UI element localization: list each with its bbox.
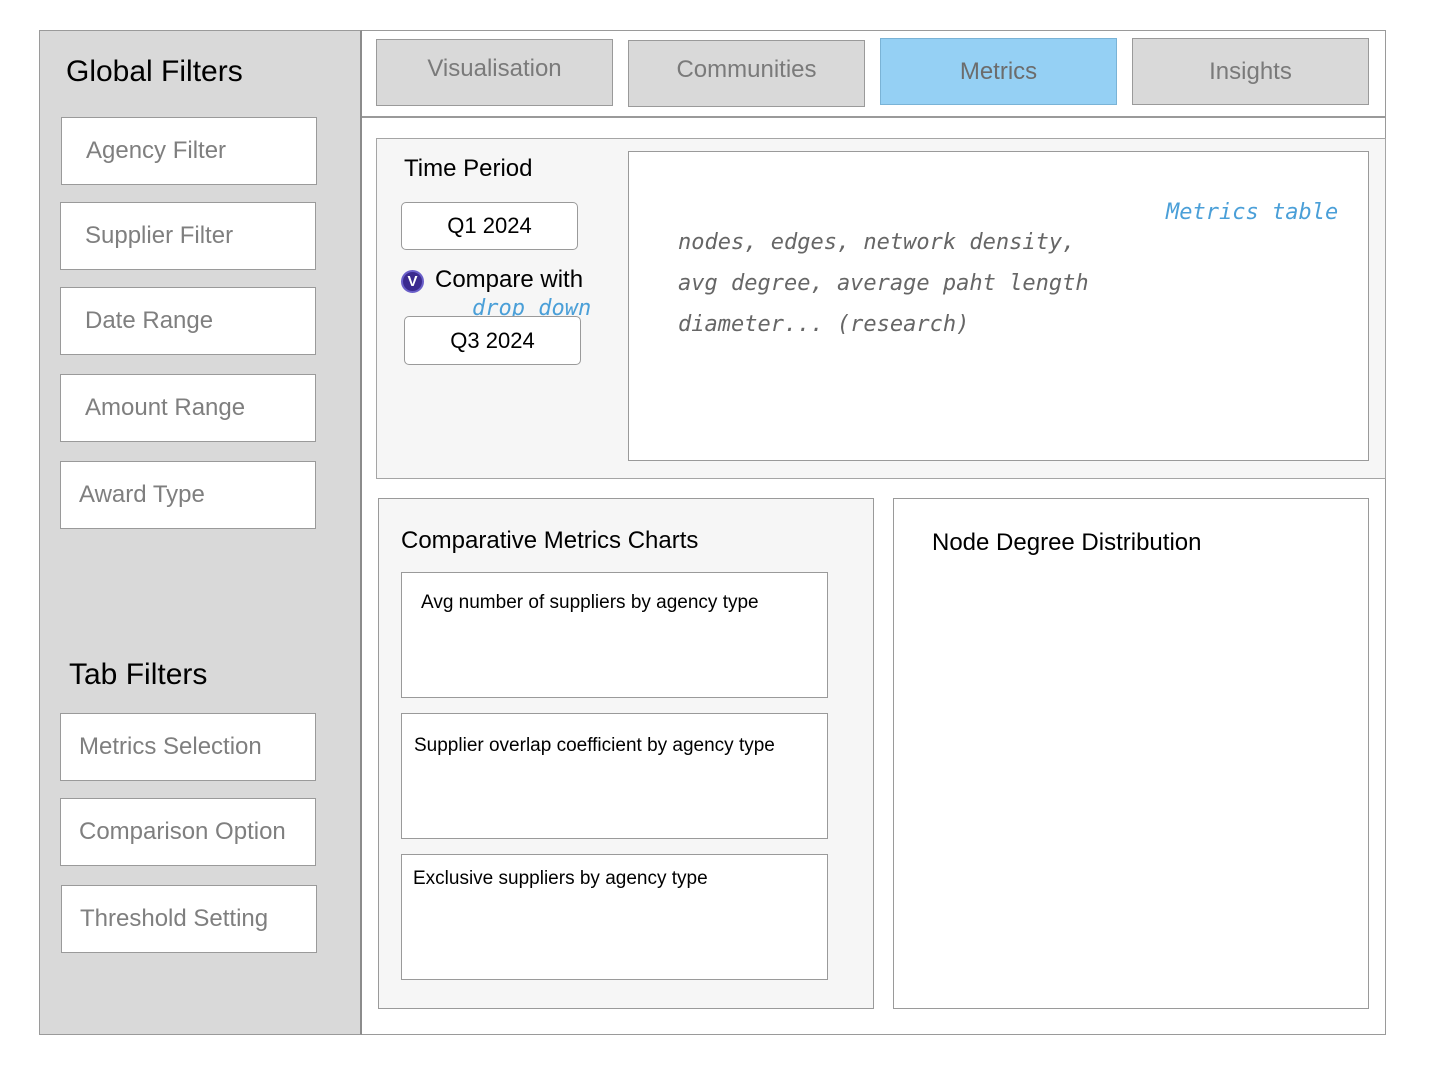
tab-communities[interactable]: Communities: [628, 40, 865, 107]
metrics-note-line: avg degree, average paht length: [678, 271, 1089, 296]
chart-title: Avg number of suppliers by agency type: [421, 592, 759, 613]
chart-avg-suppliers: Avg number of suppliers by agency type: [401, 572, 828, 698]
tab-insights[interactable]: Insights: [1132, 38, 1369, 105]
metrics-table-annotation: Metrics table: [1166, 200, 1339, 225]
node-degree-title: Node Degree Distribution: [932, 529, 1202, 556]
chart-title: Supplier overlap coefficient by agency t…: [414, 735, 775, 756]
compare-checkbox[interactable]: V: [401, 270, 424, 293]
comparative-metrics-title: Comparative Metrics Charts: [401, 527, 699, 554]
tab-filters-title: Tab Filters: [69, 658, 208, 691]
metrics-note-line: diameter... (research): [678, 312, 970, 337]
tab-metrics[interactable]: Metrics: [880, 38, 1117, 105]
tab-visualisation[interactable]: Visualisation: [376, 39, 613, 106]
chart-title: Exclusive suppliers by agency type: [413, 868, 708, 889]
compare-period-select[interactable]: Q3 2024: [404, 316, 581, 365]
time-period-title: Time Period: [404, 155, 533, 182]
time-period-select[interactable]: Q1 2024: [401, 202, 578, 250]
chart-supplier-overlap: Supplier overlap coefficient by agency t…: [401, 713, 828, 839]
chart-exclusive-suppliers: Exclusive suppliers by agency type: [401, 854, 828, 980]
compare-with-label: Compare with: [435, 266, 584, 293]
supplier-filter[interactable]: Supplier Filter: [60, 202, 316, 270]
global-filters-title: Global Filters: [66, 55, 243, 88]
date-range-filter[interactable]: Date Range: [60, 287, 316, 355]
metrics-note-line: nodes, edges, network density,: [678, 230, 1076, 255]
amount-range-filter[interactable]: Amount Range: [60, 374, 316, 442]
threshold-setting-filter[interactable]: Threshold Setting: [61, 885, 317, 953]
metrics-table: [628, 151, 1369, 461]
agency-filter[interactable]: Agency Filter: [61, 117, 317, 185]
award-type-filter[interactable]: Award Type: [60, 461, 316, 529]
node-degree-panel: [893, 498, 1369, 1009]
comparison-option-filter[interactable]: Comparison Option: [60, 798, 316, 866]
metrics-selection-filter[interactable]: Metrics Selection: [60, 713, 316, 781]
